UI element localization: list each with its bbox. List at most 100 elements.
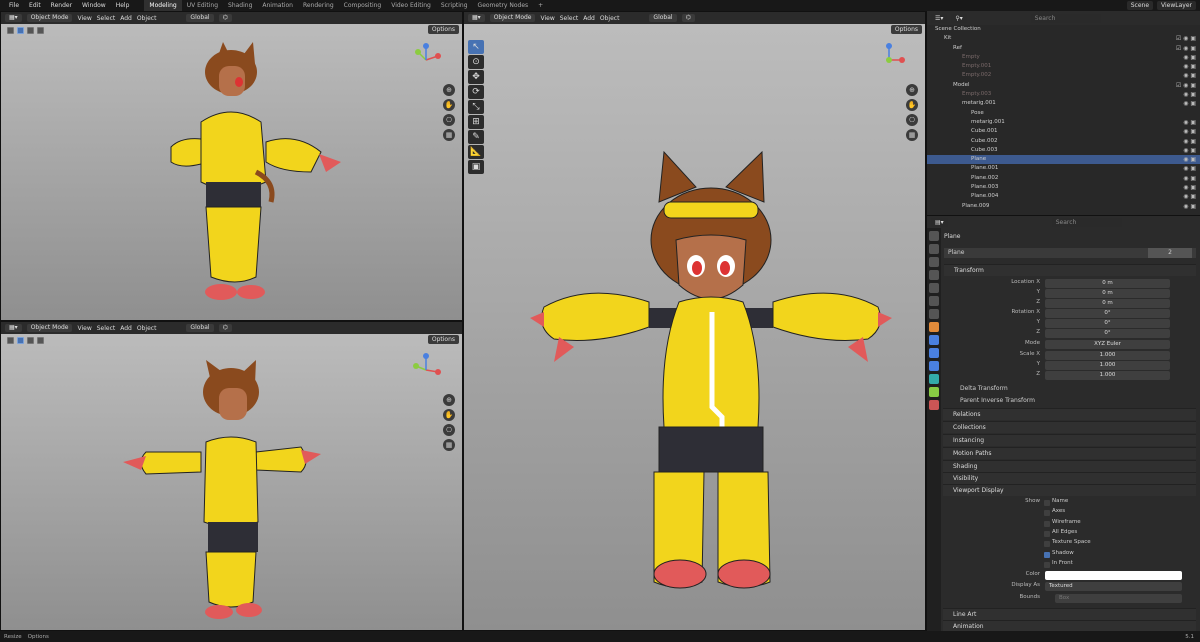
grid-icon[interactable]: ▦ bbox=[443, 439, 455, 451]
bounds-dropdown[interactable]: Box bbox=[1055, 594, 1182, 603]
editor-type-button[interactable]: ▦▾ bbox=[5, 324, 22, 332]
pan-hand-icon[interactable]: ✋ bbox=[443, 409, 455, 421]
object-tab-icon[interactable] bbox=[929, 322, 939, 332]
properties-search-input[interactable]: Search bbox=[1051, 217, 1122, 227]
menu-select[interactable]: Select bbox=[97, 325, 116, 332]
outliner-row[interactable]: Plane.004 ◉ ▣ bbox=[927, 192, 1200, 201]
panel-delta-transform[interactable]: Delta Transform bbox=[958, 384, 1196, 394]
value-field[interactable]: 0 m bbox=[1045, 279, 1170, 288]
tab-uv-editing[interactable]: UV Editing bbox=[182, 0, 223, 11]
scale-icon[interactable]: ⤡ bbox=[468, 100, 484, 114]
scene-tab-icon[interactable] bbox=[929, 283, 939, 293]
menu-view[interactable]: View bbox=[77, 325, 91, 332]
value-field[interactable]: 1.000 bbox=[1045, 361, 1170, 370]
snap-icon[interactable]: ⌬ bbox=[218, 324, 232, 332]
visibility-toggle-icon[interactable]: ◉ ▣ bbox=[1183, 202, 1196, 211]
output-tab-icon[interactable] bbox=[929, 257, 939, 267]
options-button[interactable]: Options bbox=[427, 25, 459, 34]
visibility-toggle-icon[interactable]: ◉ ▣ bbox=[1183, 90, 1196, 99]
panel-parent-inverse[interactable]: Parent Inverse Transform bbox=[958, 396, 1196, 406]
menu-object[interactable]: Object bbox=[137, 15, 157, 22]
annotate-icon[interactable]: ✎ bbox=[468, 130, 484, 144]
add-cube-icon[interactable]: ▣ bbox=[468, 160, 484, 174]
grid-icon[interactable]: ▦ bbox=[443, 129, 455, 141]
value-field[interactable]: 1.000 bbox=[1045, 371, 1170, 380]
axis-gizmo[interactable] bbox=[408, 42, 444, 78]
grid-icon[interactable]: ▦ bbox=[906, 129, 918, 141]
outliner-row[interactable]: Plane.001 ◉ ▣ bbox=[927, 164, 1200, 173]
visibility-toggle-icon[interactable]: ◉ ▣ bbox=[1183, 164, 1196, 173]
outliner-row[interactable]: Empty.003 ◉ ▣ bbox=[927, 90, 1200, 99]
axis-gizmo[interactable] bbox=[408, 352, 444, 388]
panel-collections[interactable]: Collections bbox=[943, 421, 1196, 433]
tab-modeling[interactable]: Modeling bbox=[144, 0, 182, 11]
visibility-toggle-icon[interactable]: ◉ ▣ bbox=[1183, 71, 1196, 80]
transform-icon[interactable]: ⊞ bbox=[468, 115, 484, 129]
visibility-toggle-icon[interactable]: ◉ ▣ bbox=[1183, 183, 1196, 192]
checkbox-wireframe[interactable] bbox=[1044, 520, 1050, 527]
menu-select[interactable]: Select bbox=[560, 15, 579, 22]
value-field[interactable]: XYZ Euler bbox=[1045, 340, 1170, 349]
visibility-toggle-icon[interactable]: ◉ ▣ bbox=[1183, 62, 1196, 71]
outliner-row[interactable]: Pose bbox=[927, 109, 1200, 118]
checkbox-name[interactable] bbox=[1044, 500, 1050, 506]
filter-icon[interactable]: ⚲▾ bbox=[951, 13, 967, 23]
panel-instancing[interactable]: Instancing bbox=[943, 434, 1196, 446]
menu-add[interactable]: Add bbox=[120, 325, 132, 332]
menu-object[interactable]: Object bbox=[137, 325, 157, 332]
value-field[interactable]: 0° bbox=[1045, 329, 1170, 338]
menu-select[interactable]: Select bbox=[97, 15, 116, 22]
visibility-toggle-icon[interactable]: ◉ ▣ bbox=[1183, 146, 1196, 155]
editor-type-button[interactable]: ☰▾ bbox=[931, 13, 948, 23]
display-as-dropdown[interactable]: Textured bbox=[1045, 582, 1182, 591]
menu-view[interactable]: View bbox=[77, 15, 91, 22]
visibility-toggle-icon[interactable]: ◉ ▣ bbox=[1183, 118, 1196, 127]
outliner-row[interactable]: metarig.001 ◉ ▣ bbox=[927, 118, 1200, 127]
outliner-row[interactable]: Kit ☑ ◉ ▣ bbox=[927, 34, 1200, 43]
mode-dropdown[interactable]: Object Mode bbox=[26, 324, 73, 332]
menu-view[interactable]: View bbox=[540, 15, 554, 22]
tab-geometry-nodes[interactable]: Geometry Nodes bbox=[473, 0, 534, 11]
user-count[interactable]: 2 bbox=[1148, 248, 1192, 258]
checkbox-in-front[interactable] bbox=[1044, 561, 1050, 568]
editor-type-button[interactable]: ▦▾ bbox=[5, 14, 22, 22]
outliner-search-input[interactable]: Search bbox=[1030, 13, 1101, 23]
outliner-row[interactable]: Plane ◉ ▣ bbox=[927, 155, 1200, 165]
cursor-icon[interactable]: ⊙ bbox=[468, 55, 484, 69]
tab-compositing[interactable]: Compositing bbox=[339, 0, 387, 11]
zoom-icon[interactable]: ⊕ bbox=[443, 84, 455, 96]
panel-motion-paths[interactable]: Motion Paths bbox=[943, 447, 1196, 459]
outliner-row[interactable]: Cube.003 ◉ ▣ bbox=[927, 146, 1200, 155]
menu-render[interactable]: Render bbox=[46, 2, 77, 9]
mode-dropdown[interactable]: Object Mode bbox=[489, 14, 536, 22]
viewport-bottom-left[interactable]: ▦▾ Object Mode View Select Add Object Gl… bbox=[0, 321, 463, 631]
outliner-row[interactable]: Cube.001 ◉ ▣ bbox=[927, 127, 1200, 136]
snap-icon[interactable]: ⌬ bbox=[218, 14, 232, 22]
view-layer-selector[interactable]: ViewLayer bbox=[1157, 1, 1196, 10]
panel-shading[interactable]: Shading bbox=[943, 460, 1196, 472]
outliner-row[interactable]: Empty.001 ◉ ▣ bbox=[927, 62, 1200, 71]
value-field[interactable]: 0° bbox=[1045, 309, 1170, 318]
visibility-toggle-icon[interactable]: ◉ ▣ bbox=[1183, 174, 1196, 183]
data-tab-icon[interactable] bbox=[929, 387, 939, 397]
panel-relations[interactable]: Relations bbox=[943, 408, 1196, 420]
viewport-main[interactable]: ▦▾ Object Mode View Select Add Object Gl… bbox=[463, 11, 926, 631]
value-field[interactable]: 0° bbox=[1045, 319, 1170, 328]
pan-hand-icon[interactable]: ✋ bbox=[906, 99, 918, 111]
visibility-toggle-icon[interactable]: ◉ ▣ bbox=[1183, 53, 1196, 62]
value-field[interactable]: 1.000 bbox=[1045, 351, 1170, 360]
measure-icon[interactable]: 📐 bbox=[468, 145, 484, 159]
visibility-toggle-icon[interactable]: ◉ ▣ bbox=[1183, 192, 1196, 201]
outliner-row[interactable]: Empty.002 ◉ ▣ bbox=[927, 71, 1200, 80]
value-field[interactable]: 0 m bbox=[1045, 289, 1170, 298]
zoom-icon[interactable]: ⊕ bbox=[906, 84, 918, 96]
checkbox-shadow[interactable] bbox=[1044, 551, 1050, 558]
camera-icon[interactable]: ⎔ bbox=[906, 114, 918, 126]
outliner-row[interactable]: Ref ☑ ◉ ▣ bbox=[927, 44, 1200, 53]
viewport-top-left[interactable]: ▦▾ Object Mode View Select Add Object Gl… bbox=[0, 11, 463, 321]
tab-video-editing[interactable]: Video Editing bbox=[386, 0, 436, 11]
outliner-row[interactable]: Scene Collection bbox=[927, 25, 1200, 34]
select-extend-icon[interactable] bbox=[27, 336, 34, 344]
outliner-row[interactable]: Plane.009 ◉ ▣ bbox=[927, 202, 1200, 211]
tab-scripting[interactable]: Scripting bbox=[436, 0, 473, 11]
